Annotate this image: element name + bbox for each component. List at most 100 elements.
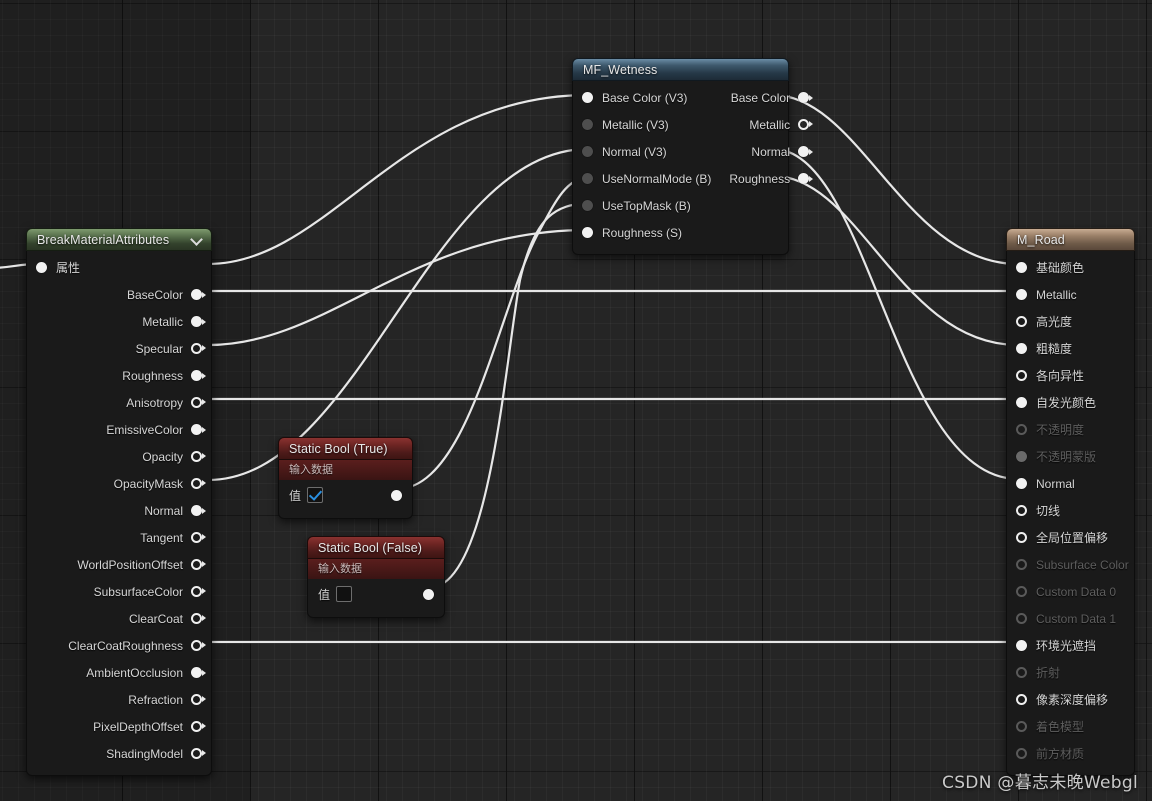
node-static-bool-false[interactable]: Static Bool (False) 输入数据 值 <box>307 536 445 618</box>
input-pin-基础颜色[interactable]: 基础颜色 <box>1007 254 1134 281</box>
pin-dot-不透明度[interactable] <box>1016 424 1027 435</box>
pin-dot-切线[interactable] <box>1016 505 1027 516</box>
pin-dot-Base Color (V3)[interactable] <box>582 92 593 103</box>
output-pin-ShadingModel[interactable]: ShadingModel <box>27 740 211 767</box>
output-pin-ClearCoatRoughness[interactable]: ClearCoatRoughness <box>27 632 211 659</box>
pin-dot-Metallic[interactable] <box>1016 289 1027 300</box>
output-pin-Refraction[interactable]: Refraction <box>27 686 211 713</box>
input-pin-着色模型[interactable]: 着色模型 <box>1007 713 1134 740</box>
input-pin-自发光颜色[interactable]: 自发光颜色 <box>1007 389 1134 416</box>
pin-dot-Roughness[interactable] <box>191 370 206 381</box>
output-pin-BaseColor[interactable]: BaseColor <box>27 281 211 308</box>
input-pin-粗糙度[interactable]: 粗糙度 <box>1007 335 1134 362</box>
input-pin-Base Color (V3)[interactable]: Base Color (V3) <box>573 84 720 111</box>
node-m-road[interactable]: M_Road 基础颜色 Metallic 高光度 粗糙度 各向异性 自发光颜色 不透明度 不透… <box>1006 228 1135 776</box>
output-pin-Roughness[interactable]: Roughness <box>27 362 211 389</box>
input-pin-Custom Data 1[interactable]: Custom Data 1 <box>1007 605 1134 632</box>
pin-dot-不透明蒙版[interactable] <box>1016 451 1027 462</box>
input-pin-切线[interactable]: 切线 <box>1007 497 1134 524</box>
pin-dot-OpacityMask[interactable] <box>191 478 206 489</box>
pin-dot-Normal[interactable] <box>1016 478 1027 489</box>
pin-dot-着色模型[interactable] <box>1016 721 1027 732</box>
pin-dot-ClearCoatRoughness[interactable] <box>191 640 206 651</box>
input-pin-高光度[interactable]: 高光度 <box>1007 308 1134 335</box>
pin-dot-output-bool-false[interactable] <box>423 588 434 600</box>
value-row[interactable]: 值 <box>308 579 444 609</box>
value-row[interactable]: 值 <box>279 480 412 510</box>
input-pin-Normal (V3)[interactable]: Normal (V3) <box>573 138 720 165</box>
output-pin-SubsurfaceColor[interactable]: SubsurfaceColor <box>27 578 211 605</box>
output-pin-WorldPositionOffset[interactable]: WorldPositionOffset <box>27 551 211 578</box>
pin-dot-Tangent[interactable] <box>191 532 206 543</box>
input-pin-像素深度偏移[interactable]: 像素深度偏移 <box>1007 686 1134 713</box>
node-static-bool-true[interactable]: Static Bool (True) 输入数据 值 <box>278 437 413 519</box>
pin-dot-UseTopMask (B)[interactable] <box>582 200 593 211</box>
input-pin-Metallic[interactable]: Metallic <box>1007 281 1134 308</box>
pin-dot-Normal[interactable] <box>798 146 814 157</box>
pin-dot-前方材质[interactable] <box>1016 748 1027 759</box>
output-pin-Metallic[interactable]: Metallic <box>720 111 818 138</box>
input-pin-前方材质[interactable]: 前方材质 <box>1007 740 1134 767</box>
pin-dot-Metallic[interactable] <box>798 119 814 130</box>
node-break-material-attributes[interactable]: BreakMaterialAttributes 属性 BaseColor Meta… <box>26 228 212 776</box>
pin-row-input-attributes[interactable]: 属性 <box>27 254 211 281</box>
pin-dot-Anisotropy[interactable] <box>191 397 206 408</box>
output-pin-AmbientOcclusion[interactable]: AmbientOcclusion <box>27 659 211 686</box>
input-pin-UseTopMask (B)[interactable]: UseTopMask (B) <box>573 192 720 219</box>
input-pin-折射[interactable]: 折射 <box>1007 659 1134 686</box>
pin-dot-Metallic (V3)[interactable] <box>582 119 593 130</box>
value-checkbox[interactable] <box>336 586 353 602</box>
pin-dot-Normal (V3)[interactable] <box>582 146 593 157</box>
node-title-bar[interactable]: MF_Wetness <box>572 58 789 81</box>
pin-dot-Roughness[interactable] <box>798 173 814 184</box>
pin-dot-EmissiveColor[interactable] <box>191 424 206 435</box>
pin-dot-PixelDepthOffset[interactable] <box>191 721 206 732</box>
pin-dot-Roughness (S)[interactable] <box>582 227 593 238</box>
pin-dot-Specular[interactable] <box>191 343 206 354</box>
output-pin-OpacityMask[interactable]: OpacityMask <box>27 470 211 497</box>
pin-dot-Opacity[interactable] <box>191 451 206 462</box>
output-pin-Roughness[interactable]: Roughness <box>720 165 818 192</box>
pin-dot-BaseColor[interactable] <box>191 289 206 300</box>
pin-dot-各向异性[interactable] <box>1016 370 1027 381</box>
pin-dot-ShadingModel[interactable] <box>191 748 206 759</box>
input-pin-各向异性[interactable]: 各向异性 <box>1007 362 1134 389</box>
pin-dot-WorldPositionOffset[interactable] <box>191 559 206 570</box>
input-pin-Subsurface Color[interactable]: Subsurface Color <box>1007 551 1134 578</box>
output-pin-Base Color[interactable]: Base Color <box>720 84 818 111</box>
node-title-bar[interactable]: Static Bool (True) <box>278 437 413 460</box>
output-pin-Tangent[interactable]: Tangent <box>27 524 211 551</box>
output-pin-PixelDepthOffset[interactable]: PixelDepthOffset <box>27 713 211 740</box>
pin-dot-自发光颜色[interactable] <box>1016 397 1027 408</box>
output-pin-Opacity[interactable]: Opacity <box>27 443 211 470</box>
pin-dot-AmbientOcclusion[interactable] <box>191 667 206 678</box>
pin-dot-Normal[interactable] <box>191 505 206 516</box>
pin-dot-粗糙度[interactable] <box>1016 343 1027 354</box>
input-pin-Normal[interactable]: Normal <box>1007 470 1134 497</box>
chevron-down-icon[interactable] <box>191 234 203 246</box>
pin-dot-全局位置偏移[interactable] <box>1016 532 1027 543</box>
pin-dot-Custom Data 0[interactable] <box>1016 586 1027 597</box>
pin-dot-output-bool-true[interactable] <box>391 489 402 501</box>
input-pin-Metallic (V3)[interactable]: Metallic (V3) <box>573 111 720 138</box>
input-pin-UseNormalMode (B)[interactable]: UseNormalMode (B) <box>573 165 720 192</box>
node-title-bar[interactable]: BreakMaterialAttributes <box>26 228 212 251</box>
pin-dot-基础颜色[interactable] <box>1016 262 1027 273</box>
pin-dot-SubsurfaceColor[interactable] <box>191 586 206 597</box>
node-title-bar[interactable]: Static Bool (False) <box>307 536 445 559</box>
output-pin-ClearCoat[interactable]: ClearCoat <box>27 605 211 632</box>
pin-dot-Metallic[interactable] <box>191 316 206 327</box>
input-pin-不透明度[interactable]: 不透明度 <box>1007 416 1134 443</box>
pin-dot-高光度[interactable] <box>1016 316 1027 327</box>
pin-dot-像素深度偏移[interactable] <box>1016 694 1027 705</box>
input-pin-Roughness (S)[interactable]: Roughness (S) <box>573 219 720 246</box>
output-pin-Anisotropy[interactable]: Anisotropy <box>27 389 211 416</box>
node-mf-wetness[interactable]: MF_Wetness Base Color (V3) Metallic (V3) N… <box>572 58 814 255</box>
pin-dot-环境光遮挡[interactable] <box>1016 640 1027 651</box>
node-title-bar[interactable]: M_Road <box>1006 228 1135 251</box>
pin-dot-UseNormalMode (B)[interactable] <box>582 173 593 184</box>
pin-dot-折射[interactable] <box>1016 667 1027 678</box>
value-checkbox[interactable] <box>307 487 324 503</box>
output-pin-Metallic[interactable]: Metallic <box>27 308 211 335</box>
pin-dot-attributes[interactable] <box>36 262 47 273</box>
